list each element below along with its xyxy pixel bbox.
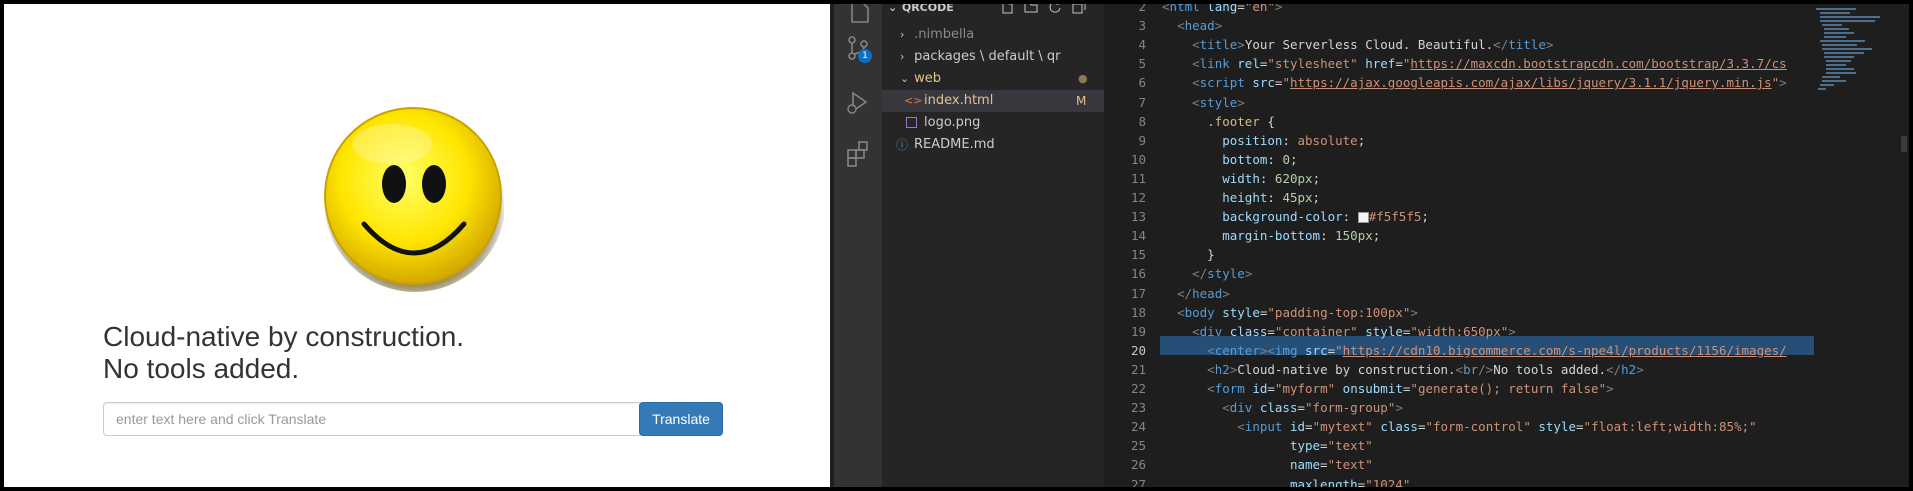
line-number: 12 <box>1130 190 1146 205</box>
chevron-right-icon: › <box>900 50 905 63</box>
chevron-down-icon: ⌄ <box>888 4 898 14</box>
code-line: <title>Your Serverless Cloud. Beautiful.… <box>1192 37 1554 53</box>
image-file-icon <box>906 117 917 128</box>
code-editor[interactable]: 2 <html lang="en"> 3 <head> 4 <title>Your S… <box>1104 4 1814 487</box>
code-line: <script src="https://ajax.googleapis.com… <box>1192 75 1787 91</box>
line-number: 8 <box>1138 113 1146 129</box>
code-line: </head> <box>1177 285 1230 301</box>
code-line: <html lang="en"> <box>1162 4 1283 14</box>
code-line: bottom: 0; <box>1222 151 1298 167</box>
line-number: 10 <box>1130 151 1146 167</box>
code-line: margin-bottom: 150px; <box>1222 228 1381 244</box>
line-number: 19 <box>1130 323 1146 339</box>
tree-item-web[interactable]: ⌄ web ● <box>882 68 1104 90</box>
line-number: 15 <box>1130 247 1146 263</box>
tree-item-label: .nimbella <box>914 27 975 42</box>
browser-preview: Cloud-native by construction. No tools a… <box>4 4 830 487</box>
line-number: 2 <box>1138 4 1146 14</box>
translate-text-input[interactable] <box>103 402 642 436</box>
tree-item-index-html[interactable]: <> index.html M <box>882 90 1104 112</box>
code-line: <head> <box>1177 18 1223 34</box>
hero-heading-line-2: No tools added. <box>103 353 300 384</box>
tree-item-label: logo.png <box>924 115 981 130</box>
info-icon: ⓘ <box>896 138 909 152</box>
code-line: background-color: #f5f5f5; <box>1222 209 1429 225</box>
refresh-icon[interactable] <box>1048 4 1062 14</box>
editor-scrollbar[interactable] <box>1899 4 1909 487</box>
line-number: 25 <box>1130 438 1146 454</box>
tree-item-label: packages \ default \ qr <box>914 49 1061 64</box>
code-line: <input id="mytext" class="form-control" … <box>1237 419 1757 435</box>
code-line: .footer { <box>1207 113 1275 129</box>
explorer-root-folder[interactable]: ⌄ QRCODE <box>888 4 954 18</box>
line-number: 24 <box>1130 419 1146 435</box>
line-number: 9 <box>1138 132 1146 148</box>
explorer-panel: ⌄ QRCODE › .nimbella › packages \ defaul… <box>882 4 1104 487</box>
collapse-all-icon[interactable] <box>1072 4 1086 14</box>
line-number: 16 <box>1130 266 1146 282</box>
smiley-logo <box>324 107 504 292</box>
line-number: 21 <box>1130 361 1146 377</box>
chevron-down-icon: ⌄ <box>900 72 910 85</box>
code-line: position: absolute; <box>1222 132 1366 148</box>
line-number: 17 <box>1130 285 1146 301</box>
line-number: 22 <box>1130 381 1146 396</box>
tree-item-label: web <box>914 71 942 86</box>
new-folder-icon[interactable] <box>1024 4 1038 14</box>
tree-item-label: README.md <box>914 137 995 152</box>
line-number: 11 <box>1130 170 1146 186</box>
code-line: <link rel="stylesheet" href="https://max… <box>1192 56 1787 72</box>
line-number: 18 <box>1130 304 1146 320</box>
code-line: <center><img src="https://cdn10.bigcomme… <box>1207 342 1787 358</box>
line-number: 5 <box>1138 56 1146 72</box>
minimap-preview <box>1816 8 1880 90</box>
code-line: <form id="myform" onsubmit="generate(); … <box>1207 381 1614 396</box>
code-line: maxlength="1024" <box>1289 476 1411 488</box>
code-line: name="text" <box>1289 457 1373 473</box>
line-number: 3 <box>1138 18 1146 34</box>
tree-item-packages[interactable]: › packages \ default \ qr <box>882 46 1104 68</box>
tree-item-logo-png[interactable]: logo.png <box>882 112 1104 134</box>
tree-item-readme[interactable]: ⓘ README.md <box>882 134 1104 156</box>
extensions-icon[interactable] <box>844 140 872 168</box>
line-number: 6 <box>1138 75 1146 91</box>
code-line: <h2>Cloud-native by construction.<br/>No… <box>1207 361 1644 377</box>
screen: Cloud-native by construction. No tools a… <box>4 4 1909 487</box>
code-line: type="text" <box>1289 438 1373 454</box>
code-line: </style> <box>1192 266 1253 282</box>
code-line: <div class="container" style="width:650p… <box>1192 323 1516 339</box>
files-icon[interactable] <box>844 4 872 28</box>
hero-heading-line-1: Cloud-native by construction. <box>103 321 465 352</box>
tree-item-nimbella[interactable]: › .nimbella <box>882 24 1104 46</box>
code-line: width: 620px; <box>1222 170 1321 186</box>
translate-button[interactable]: Translate <box>639 402 723 436</box>
code-line: <body style="padding-top:100px"> <box>1177 304 1418 320</box>
scrollbar-thumb[interactable] <box>1901 136 1907 152</box>
code-line: <div class="form-group"> <box>1222 400 1403 416</box>
line-number: 20 <box>1130 342 1146 358</box>
explorer-title: QRCODE <box>901 4 954 14</box>
line-number: 26 <box>1130 457 1146 473</box>
line-number: 7 <box>1138 94 1146 110</box>
line-number: 23 <box>1130 400 1146 416</box>
modified-badge: M <box>1076 94 1087 108</box>
code-line: <style> <box>1192 94 1245 110</box>
tree-item-label: index.html <box>924 93 994 108</box>
line-number: 4 <box>1138 37 1146 53</box>
minimap[interactable] <box>1814 4 1899 487</box>
html-file-icon: <> <box>904 94 923 107</box>
source-control-badge: 1 <box>858 49 872 63</box>
code-line: height: 45px; <box>1222 190 1321 205</box>
modified-dot: ● <box>1078 72 1088 85</box>
line-number: 27 <box>1130 476 1146 488</box>
run-debug-icon[interactable] <box>844 88 872 116</box>
code-line: } <box>1162 247 1215 263</box>
new-file-icon[interactable] <box>1000 4 1014 14</box>
line-number: 13 <box>1130 209 1146 225</box>
activity-bar: 1 <box>834 4 882 487</box>
line-number: 14 <box>1130 228 1146 244</box>
chevron-right-icon: › <box>900 28 905 41</box>
